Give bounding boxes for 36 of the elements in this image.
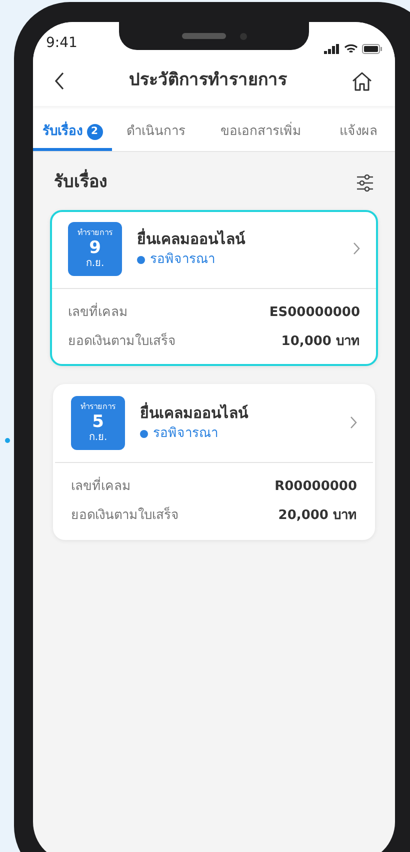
battery-icon — [362, 44, 382, 54]
field-value: R00000000 — [274, 478, 357, 496]
chevron-right-icon[interactable] — [353, 242, 360, 255]
tab[interactable]: แจ้งผล — [322, 112, 395, 151]
screen-title: ประวัติการทำรายการ — [129, 69, 287, 92]
tab[interactable]: ดำเนินการ — [112, 112, 200, 151]
field-label: เลขที่เคลม — [68, 302, 128, 322]
tab[interactable]: ขอเอกสารเพิ่ม — [200, 112, 322, 151]
field-label: ยอดเงินตามใบเสร็จ — [71, 506, 179, 525]
date-day: 5 — [92, 412, 104, 432]
wifi-icon — [344, 44, 358, 54]
claim-status: รอพิจารณา — [153, 425, 218, 443]
date-month: ก.ย. — [88, 432, 108, 444]
date-month: ก.ย. — [86, 258, 104, 270]
tab[interactable]: รับเรื่อง 2 — [33, 112, 112, 151]
claim-card[interactable]: ทำรายการ 5 ก.ย. ยื่นเคลมออนไลน์ รอพิจารณา เลขที่เคลม R00000000 ยอดเงินตามใบเสร็จ 20,000 บาท — [53, 384, 375, 540]
field-label: เลขที่เคลม — [71, 476, 131, 496]
chevron-right-icon[interactable] — [350, 416, 357, 429]
signal-icon — [324, 44, 340, 54]
home-icon[interactable] — [351, 70, 373, 92]
back-icon[interactable] — [55, 72, 65, 90]
claim-status: รอพิจารณา — [150, 251, 215, 269]
status-time: 9:41 — [46, 34, 78, 53]
claim-title: ยื่นเคลมออนไลน์ — [137, 228, 246, 250]
field-value: ES00000000 — [269, 304, 360, 322]
date-day: 9 — [89, 238, 101, 258]
field-value: 10,000 บาท — [281, 333, 360, 351]
claim-card[interactable]: ทำรายการ 9 ก.ย. ยื่นเคลมออนไลน์ รอพิจารณา เลขที่เคลม ES00000000 ยอดเงินตามใบเสร็จ 10,000 บาท — [50, 210, 378, 366]
filter-icon[interactable] — [356, 174, 374, 192]
section-title: รับเรื่อง — [54, 170, 107, 196]
field-label: ยอดเงินตามใบเสร็จ — [68, 332, 176, 351]
date-caption: ทำรายการ — [78, 228, 112, 238]
claim-title: ยื่นเคลมออนไลน์ — [140, 402, 250, 424]
field-value: 20,000 บาท — [278, 507, 357, 525]
date-caption: ทำรายการ — [80, 402, 116, 412]
count-badge: 2 — [86, 124, 102, 140]
